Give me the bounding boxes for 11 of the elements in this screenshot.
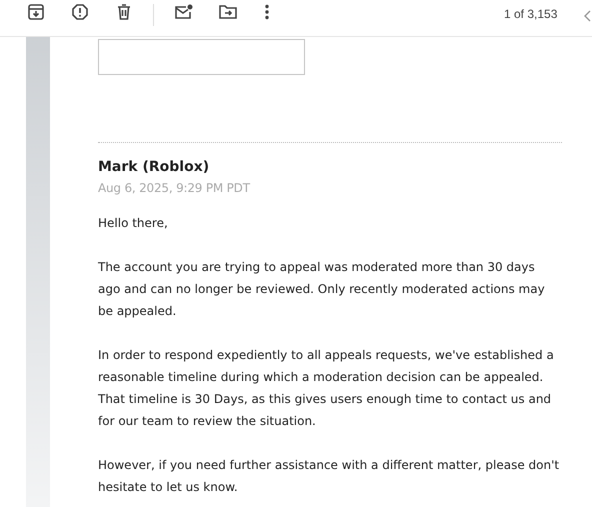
mail-icon[interactable]: [174, 2, 194, 22]
message-date: Aug 6, 2025, 9:29 PM PDT: [98, 180, 252, 196]
archive-icon[interactable]: [26, 2, 46, 22]
spam-icon[interactable]: [70, 2, 90, 22]
message-paragraph: In order to respond expediently to all appeals requests, we've established a reasonable timeline during which a moderation decision can be appealed. That timeline is 30 Days, as this gives users enough time to contact us and for our team to review the situation.: [98, 347, 555, 430]
page-counter: 1 of 3,153: [504, 6, 558, 23]
sender-name: Mark (Roblox): [98, 158, 210, 176]
message-paragraph: However, if you need further assistance with a different matter, please don't hesitate to let us know.: [98, 457, 560, 496]
folder-icon[interactable]: [218, 2, 238, 22]
greeting: Hello there,: [98, 215, 169, 232]
message-paragraph: The account you are trying to appeal was moderated more than 30 days ago and can no longer be reviewed. Only recently moderated actions may be appealed.: [98, 259, 546, 320]
